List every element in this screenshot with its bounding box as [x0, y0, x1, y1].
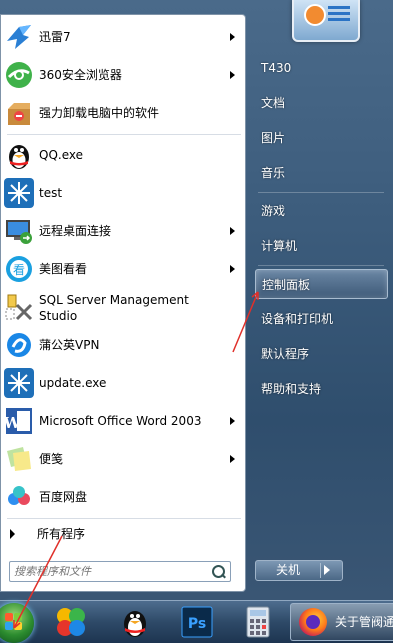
- program-item-xunlei[interactable]: 迅雷7: [1, 18, 245, 56]
- user-account-picture[interactable]: [292, 0, 360, 42]
- program-item-baidu-cloud[interactable]: 百度网盘: [1, 478, 245, 516]
- user-picture-graphic: [304, 4, 326, 26]
- taskbar: Ps 关于管阀通: [0, 600, 393, 643]
- submenu-arrow-icon[interactable]: [230, 455, 235, 463]
- vpn-icon: [7, 333, 31, 357]
- pinned-divider: [7, 134, 241, 135]
- shutdown-options-arrow-icon[interactable]: [324, 565, 330, 575]
- svg-text:看: 看: [13, 263, 25, 277]
- shutdown-button[interactable]: 关机: [255, 560, 343, 581]
- start-button[interactable]: [0, 603, 34, 643]
- program-label: 强力卸载电脑中的软件: [39, 106, 160, 120]
- search-icon[interactable]: [212, 565, 225, 578]
- program-item-vpn[interactable]: 蒲公英VPN: [1, 326, 245, 364]
- program-item-360-browser[interactable]: 360安全浏览器: [1, 56, 245, 94]
- program-label: 360安全浏览器: [39, 68, 122, 82]
- program-item-remote-desktop[interactable]: 远程桌面连接: [1, 212, 245, 250]
- program-label: 蒲公英VPN: [39, 338, 100, 352]
- right-item-user[interactable]: T430: [255, 53, 388, 83]
- program-item-qq[interactable]: QQ.exe: [1, 136, 245, 174]
- expand-arrow-icon: [10, 529, 15, 539]
- all-programs-button[interactable]: 所有程序: [1, 521, 245, 547]
- firefox-icon: [299, 608, 327, 636]
- submenu-arrow-icon[interactable]: [230, 265, 235, 273]
- right-item-default-programs[interactable]: 默认程序: [255, 339, 388, 369]
- all-programs-label: 所有程序: [37, 527, 86, 541]
- remote-desktop-icon: [6, 220, 32, 244]
- shutdown-label: 关机: [275, 563, 300, 577]
- program-item-sql-server[interactable]: SQL Server Management Studio: [1, 288, 245, 326]
- svg-text:Ps: Ps: [188, 616, 206, 632]
- right-item-control-panel[interactable]: 控制面板: [255, 269, 388, 299]
- right-item-games[interactable]: 游戏: [255, 196, 388, 226]
- program-label: 迅雷7: [39, 30, 71, 44]
- all-programs-divider: [7, 518, 241, 519]
- program-item-meitu[interactable]: 看 美图看看: [1, 250, 245, 288]
- right-item-music[interactable]: 音乐: [255, 158, 388, 188]
- 360-browser-icon: [6, 62, 32, 88]
- program-item-word[interactable]: W Microsoft Office Word 2003: [1, 402, 245, 440]
- right-item-computer[interactable]: 计算机: [255, 231, 388, 261]
- uninstall-box-icon: [8, 103, 30, 125]
- right-divider: [258, 265, 384, 266]
- photoshop-icon[interactable]: Ps: [180, 605, 214, 639]
- qq-penguin-icon[interactable]: [118, 605, 152, 639]
- right-divider: [258, 192, 384, 193]
- taskbar-window-title: 关于管阀通: [335, 615, 393, 629]
- program-label: 远程桌面连接: [39, 224, 112, 238]
- taskbar-browser-window[interactable]: 关于管阀通: [290, 603, 393, 641]
- pinwheel-icon[interactable]: [54, 605, 88, 639]
- program-label: SQL Server Management Studio: [39, 293, 189, 323]
- program-label: QQ.exe: [39, 148, 83, 162]
- xunlei-bird-icon: [7, 25, 31, 49]
- program-label: Microsoft Office Word 2003: [39, 414, 202, 428]
- qq-penguin-icon: [9, 145, 29, 169]
- program-item-uninstaller[interactable]: 强力卸载电脑中的软件: [1, 94, 245, 132]
- svg-text:W: W: [3, 414, 22, 432]
- right-item-devices-printers[interactable]: 设备和打印机: [255, 304, 388, 334]
- meitu-viewer-icon: 看: [6, 256, 32, 282]
- submenu-arrow-icon[interactable]: [230, 417, 235, 425]
- program-item-sticky-notes[interactable]: 便笺: [1, 440, 245, 478]
- submenu-arrow-icon[interactable]: [230, 227, 235, 235]
- right-item-help-support[interactable]: 帮助和支持: [255, 374, 388, 404]
- program-item-update[interactable]: update.exe: [1, 364, 245, 402]
- baidu-cloud-icon: [8, 486, 30, 505]
- sql-server-icon: [5, 294, 33, 321]
- submenu-arrow-icon[interactable]: [230, 71, 235, 79]
- program-label: 美图看看: [39, 262, 88, 276]
- snowflake-app-icon: [4, 368, 34, 398]
- search-box[interactable]: [9, 561, 231, 582]
- right-item-pictures[interactable]: 图片: [255, 123, 388, 153]
- program-label: 百度网盘: [39, 490, 88, 504]
- program-label: update.exe: [39, 376, 107, 390]
- sticky-notes-icon: [7, 447, 31, 471]
- search-input[interactable]: [14, 563, 204, 580]
- calculator-icon[interactable]: [241, 605, 275, 639]
- right-item-documents[interactable]: 文档: [255, 88, 388, 118]
- program-label: 便笺: [39, 452, 64, 466]
- submenu-arrow-icon[interactable]: [230, 33, 235, 41]
- program-item-test[interactable]: test: [1, 174, 245, 212]
- program-label: test: [39, 186, 63, 200]
- snowflake-app-icon: [4, 178, 34, 208]
- word-icon: W: [3, 408, 32, 434]
- start-menu-programs-pane: 迅雷7 360安全浏览器 强力卸载电脑中的软件 QQ.exe test 远程桌面…: [0, 14, 246, 592]
